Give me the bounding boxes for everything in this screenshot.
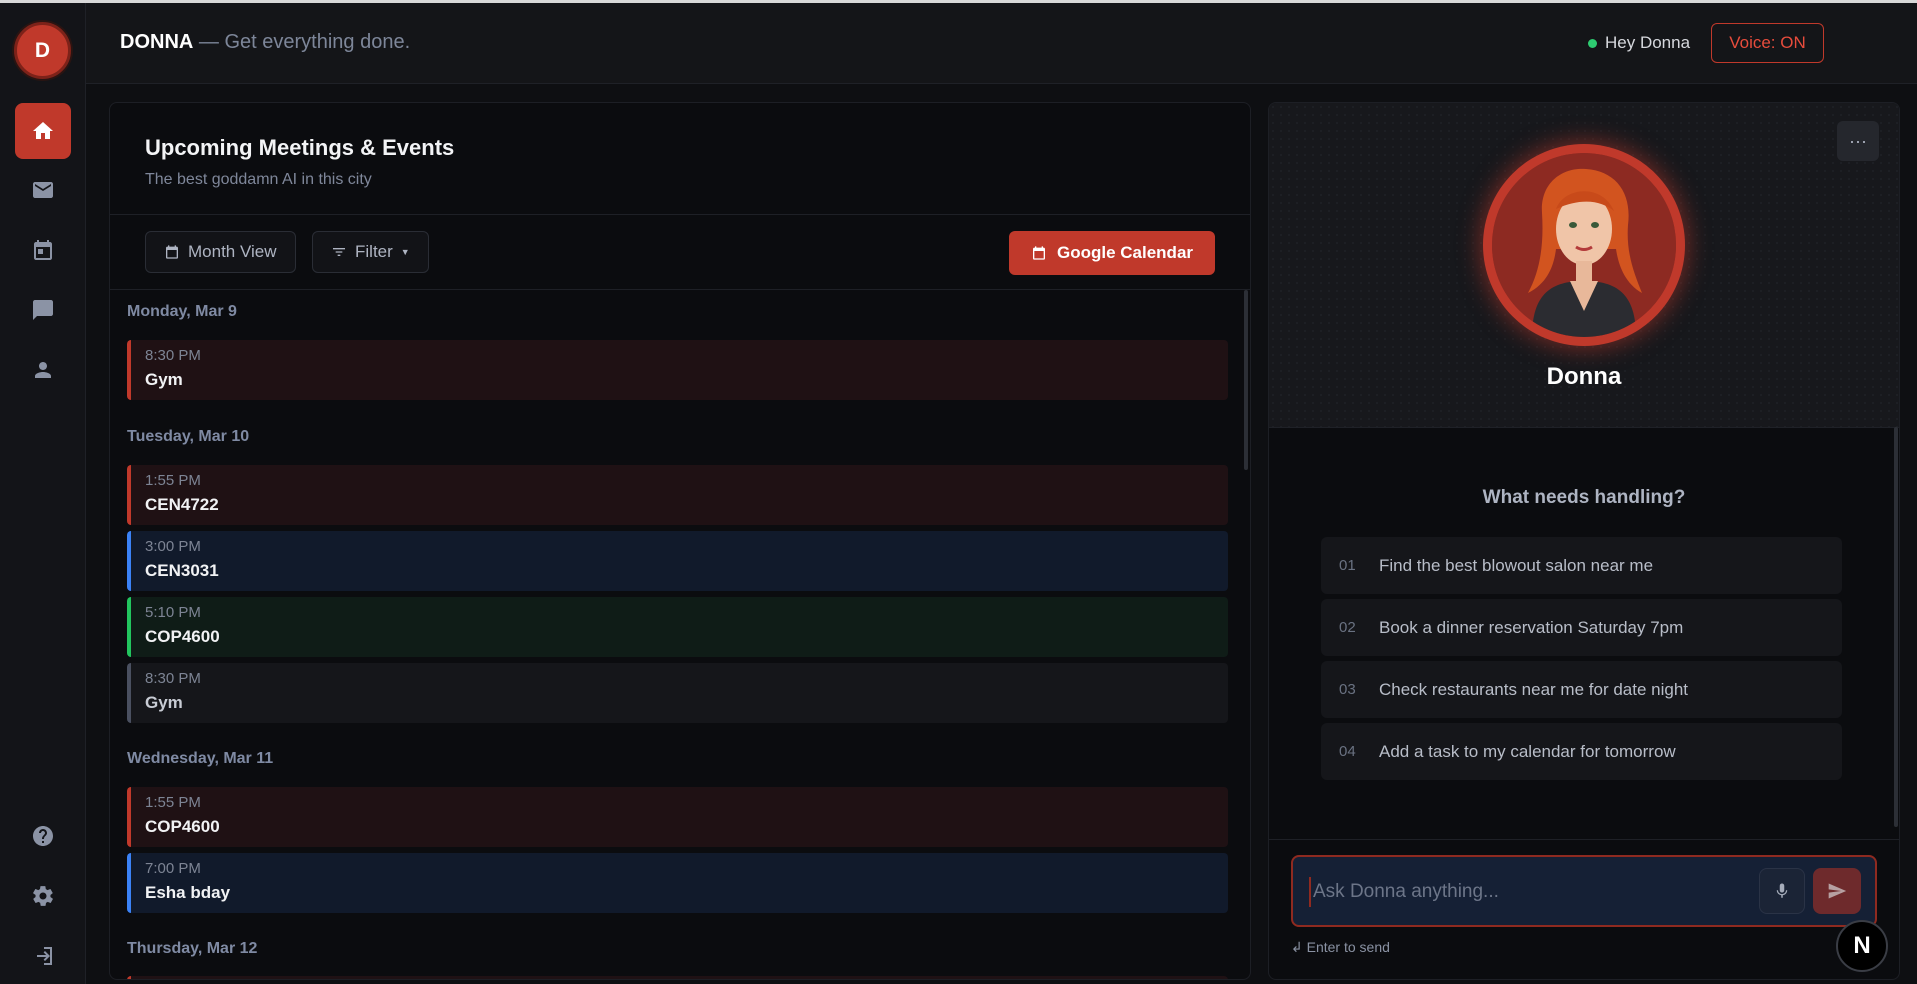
month-view-label: Month View: [188, 242, 277, 261]
google-calendar-label: Google Calendar: [1056, 243, 1194, 262]
sidebar-item-home[interactable]: [15, 103, 71, 159]
assistant-name: Donna: [1546, 363, 1622, 390]
event-time: 8:30 PM: [145, 347, 201, 364]
filter-label: Filter: [355, 242, 393, 261]
event-card[interactable]: 1:55 PM CEN4722: [127, 465, 1228, 525]
mail-icon: [33, 182, 53, 198]
suggestion-text: Book a dinner reservation Saturday 7pm: [1379, 617, 1684, 637]
next-dev-badge[interactable]: N: [1836, 920, 1888, 972]
prompt-heading: What needs handling?: [1482, 487, 1686, 508]
mic-icon: [1776, 883, 1788, 898]
suggestion-text: Add a task to my calendar for tomorrow: [1379, 741, 1676, 761]
enter-to-send-hint: ↲ Enter to send: [1291, 939, 1390, 955]
sidebar-item-profile[interactable]: [15, 342, 71, 398]
suggestion-item[interactable]: 01 Find the best blowout salon near me: [1321, 537, 1842, 594]
help-icon: [33, 826, 53, 846]
assistant-panel: ··· Donna What needs handling? 01 Find t…: [1268, 102, 1900, 980]
event-card[interactable]: 1:55 PM COP4600: [127, 787, 1228, 847]
home-icon: [33, 122, 53, 139]
calendar-panel: Upcoming Meetings & Events The best godd…: [109, 102, 1251, 980]
event-title: COP4600: [145, 817, 220, 836]
status-text: Hey Donna: [1605, 33, 1691, 52]
event-title: CEN3031: [145, 561, 219, 580]
sidebar: D: [0, 3, 86, 984]
suggestion-number: 02: [1339, 619, 1356, 636]
chat-input[interactable]: [1309, 877, 1749, 907]
voice-toggle-button[interactable]: Voice: ON: [1711, 23, 1824, 63]
mic-button[interactable]: [1759, 868, 1805, 914]
portrait-illustration: [1492, 153, 1676, 337]
divider: [110, 214, 1250, 215]
suggestion-number: 04: [1339, 743, 1356, 760]
event-time: 3:00 PM: [145, 538, 201, 555]
help-button[interactable]: [15, 808, 71, 864]
suggestion-number: 01: [1339, 557, 1356, 574]
month-view-button[interactable]: Month View: [145, 231, 296, 273]
more-options-button[interactable]: ···: [1837, 121, 1879, 161]
top-header: DONNA — Get everything done. Hey Donna V…: [86, 3, 1917, 84]
event-card[interactable]: 3:00 PM CEN3031: [127, 531, 1228, 591]
send-icon: [1828, 883, 1847, 899]
assistant-avatar: [1483, 144, 1685, 346]
sidebar-item-calendar[interactable]: [15, 222, 71, 278]
wake-word-status: Hey Donna: [1588, 33, 1690, 53]
logout-icon: [37, 947, 52, 965]
suggestion-item[interactable]: 02 Book a dinner reservation Saturday 7p…: [1321, 599, 1842, 656]
events-scrollbar[interactable]: [1244, 290, 1248, 470]
suggestion-item[interactable]: 03 Check restaurants near me for date ni…: [1321, 661, 1842, 718]
event-time: 7:00 PM: [145, 860, 201, 877]
app-logo[interactable]: D: [14, 22, 71, 79]
event-time: 5:10 PM: [145, 604, 201, 621]
event-card[interactable]: 8:30 PM Gym: [127, 340, 1228, 400]
event-title: Gym: [145, 693, 183, 712]
event-title: COP4600: [145, 627, 220, 646]
suggestion-text: Check restaurants near me for date night: [1379, 679, 1688, 699]
event-card[interactable]: 8:30 PM Gym: [127, 663, 1228, 723]
event-title: CEN4722: [145, 495, 219, 514]
chat-icon: [33, 300, 53, 320]
chevron-down-icon: ▼: [400, 247, 410, 257]
status-dot-icon: [1588, 38, 1597, 48]
suggestion-text: Find the best blowout salon near me: [1379, 555, 1654, 575]
settings-button[interactable]: [15, 868, 71, 924]
event-time: 8:30 PM: [145, 670, 201, 687]
brand-tagline: — Get everything done.: [193, 31, 411, 53]
event-card[interactable]: [127, 976, 1228, 979]
calendar-title: Upcoming Meetings & Events: [145, 135, 455, 160]
assistant-header: ··· Donna: [1269, 103, 1899, 428]
suggestion-number: 03: [1339, 681, 1356, 698]
calendar-icon: [34, 240, 52, 260]
brand-title: DONNA — Get everything done.: [120, 31, 410, 54]
calendar-icon: [166, 245, 178, 259]
sidebar-item-chat[interactable]: [15, 282, 71, 338]
settings-icon: [33, 886, 53, 906]
day-label: Thursday, Mar 12: [127, 940, 258, 957]
calendar-subtitle: The best goddamn AI in this city: [145, 171, 372, 188]
divider: [1269, 839, 1899, 840]
chat-input-box: [1291, 855, 1877, 927]
event-time: 1:55 PM: [145, 794, 201, 811]
filter-button[interactable]: Filter ▼: [312, 231, 429, 273]
brand-name: DONNA: [120, 31, 194, 53]
send-button[interactable]: [1813, 868, 1861, 914]
suggestion-item[interactable]: 04 Add a task to my calendar for tomorro…: [1321, 723, 1842, 780]
chat-scrollbar[interactable]: [1894, 427, 1898, 827]
sidebar-item-mail[interactable]: [15, 162, 71, 218]
event-title: Esha bday: [145, 883, 231, 902]
day-label: Monday, Mar 9: [127, 303, 237, 320]
day-label: Wednesday, Mar 11: [127, 750, 274, 767]
event-time: 1:55 PM: [145, 472, 201, 489]
events-list: Monday, Mar 9 8:30 PM Gym Tuesday, Mar 1…: [110, 290, 1250, 979]
event-card[interactable]: 5:10 PM COP4600: [127, 597, 1228, 657]
assistant-portrait: [1492, 153, 1676, 337]
person-icon: [35, 362, 51, 378]
filter-icon: [333, 248, 345, 256]
google-calendar-button[interactable]: Google Calendar: [1009, 231, 1215, 275]
logout-button[interactable]: [15, 928, 71, 984]
day-label: Tuesday, Mar 10: [127, 428, 250, 445]
event-card[interactable]: 7:00 PM Esha bday: [127, 853, 1228, 913]
event-title: Gym: [145, 370, 183, 389]
calendar-icon: [1032, 246, 1045, 260]
